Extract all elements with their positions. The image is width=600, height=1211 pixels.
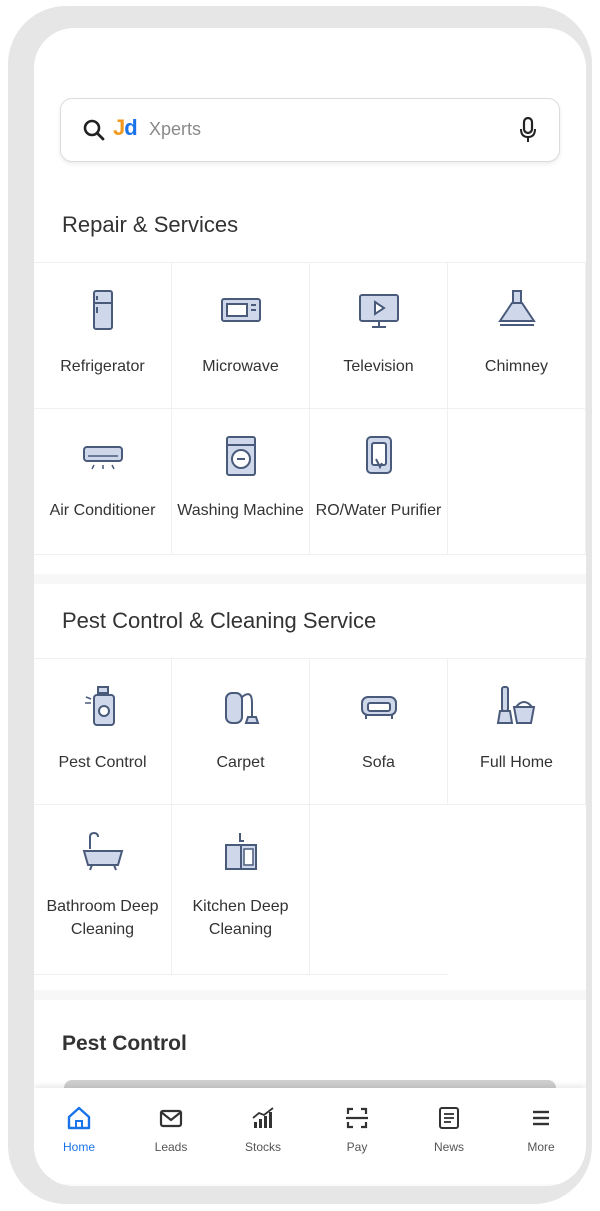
service-label: Chimney bbox=[484, 358, 549, 375]
service-kitchen-deep-cleaning[interactable]: Kitchen Deep Cleaning bbox=[172, 805, 310, 975]
service-label: Washing Machine bbox=[177, 502, 304, 519]
scan-icon bbox=[346, 1107, 368, 1129]
service-label: Carpet bbox=[216, 754, 265, 771]
repair-services-grid: Refrigerator Microwave Television Chimne… bbox=[34, 262, 586, 575]
service-sofa[interactable]: Sofa bbox=[310, 659, 448, 805]
chart-icon bbox=[252, 1107, 274, 1128]
nav-label: Home bbox=[62, 1140, 95, 1154]
washing-machine-icon bbox=[226, 436, 256, 476]
search-bar[interactable]: Jd Xperts bbox=[60, 98, 560, 162]
service-bathroom-deep-cleaning[interactable]: Bathroom Deep Cleaning bbox=[34, 805, 172, 975]
service-microwave[interactable]: Microwave bbox=[172, 263, 310, 409]
mail-icon bbox=[159, 1109, 183, 1128]
nav-label: More bbox=[527, 1140, 555, 1154]
refrigerator-icon bbox=[93, 290, 113, 330]
service-label: Television bbox=[343, 358, 414, 375]
service-carpet[interactable]: Carpet bbox=[172, 659, 310, 805]
cleaning-services-grid: Pest Control Carpet Sofa Full Home Bathr… bbox=[34, 658, 586, 999]
bathtub-icon bbox=[82, 831, 124, 871]
service-refrigerator[interactable]: Refrigerator bbox=[34, 263, 172, 409]
nav-leads[interactable]: Leads bbox=[136, 1104, 206, 1154]
sofa-icon bbox=[361, 696, 397, 719]
nav-home[interactable]: Home bbox=[44, 1104, 114, 1154]
cleaning-bucket-icon bbox=[496, 686, 536, 724]
service-washing-machine[interactable]: Washing Machine bbox=[172, 409, 310, 555]
service-full-home[interactable]: Full Home bbox=[448, 659, 586, 805]
service-air-conditioner[interactable]: Air Conditioner bbox=[34, 409, 172, 555]
app-screen: Jd Xperts Repair & Services Refrigerator bbox=[34, 28, 586, 1186]
section-divider bbox=[34, 574, 586, 584]
nav-pay[interactable]: Pay bbox=[322, 1104, 392, 1154]
nav-label: Pay bbox=[346, 1140, 368, 1154]
empty-cell bbox=[310, 805, 448, 975]
search-placeholder: Xperts bbox=[149, 119, 202, 139]
justdial-logo: Jd bbox=[113, 115, 138, 140]
section-title-repair: Repair & Services bbox=[62, 212, 239, 237]
kitchen-sink-icon bbox=[225, 833, 257, 870]
service-television[interactable]: Television bbox=[310, 263, 448, 409]
service-label: Pest Control bbox=[58, 754, 147, 771]
bottom-navigation: Home Leads Stocks Pay News More bbox=[34, 1088, 586, 1184]
service-pest-control[interactable]: Pest Control bbox=[34, 659, 172, 805]
service-label: Kitchen Deep Cleaning bbox=[192, 898, 289, 938]
microwave-icon bbox=[221, 298, 261, 322]
service-chimney[interactable]: Chimney bbox=[448, 263, 586, 409]
home-icon bbox=[67, 1106, 91, 1130]
service-label: Microwave bbox=[202, 358, 279, 375]
nav-label: News bbox=[433, 1140, 464, 1154]
section-divider bbox=[34, 990, 586, 1000]
pest-spray-icon bbox=[85, 686, 115, 726]
section-title-cleaning: Pest Control & Cleaning Service bbox=[62, 608, 377, 633]
section-title-pest-control: Pest Control bbox=[62, 1032, 187, 1055]
nav-label: Leads bbox=[154, 1140, 188, 1154]
service-label: Air Conditioner bbox=[49, 502, 156, 519]
television-icon bbox=[359, 294, 399, 328]
air-conditioner-icon bbox=[83, 446, 123, 470]
nav-label: Stocks bbox=[244, 1140, 281, 1154]
news-icon bbox=[439, 1107, 459, 1129]
search-icon bbox=[83, 119, 105, 141]
nav-stocks[interactable]: Stocks bbox=[228, 1104, 298, 1154]
service-label: Refrigerator bbox=[60, 358, 145, 375]
menu-icon bbox=[533, 1110, 549, 1126]
nav-news[interactable]: News bbox=[414, 1104, 484, 1154]
chimney-icon bbox=[498, 290, 536, 326]
microphone-icon[interactable] bbox=[517, 115, 539, 145]
service-label: Bathroom Deep Cleaning bbox=[46, 898, 159, 938]
empty-cell bbox=[448, 409, 586, 555]
service-water-purifier[interactable]: RO/Water Purifier bbox=[310, 409, 448, 555]
vacuum-icon bbox=[225, 692, 260, 724]
service-label: RO/Water Purifier bbox=[315, 502, 442, 519]
service-label: Full Home bbox=[480, 754, 553, 771]
nav-more[interactable]: More bbox=[506, 1104, 576, 1154]
water-purifier-icon bbox=[366, 436, 392, 474]
service-label: Sofa bbox=[362, 754, 395, 771]
